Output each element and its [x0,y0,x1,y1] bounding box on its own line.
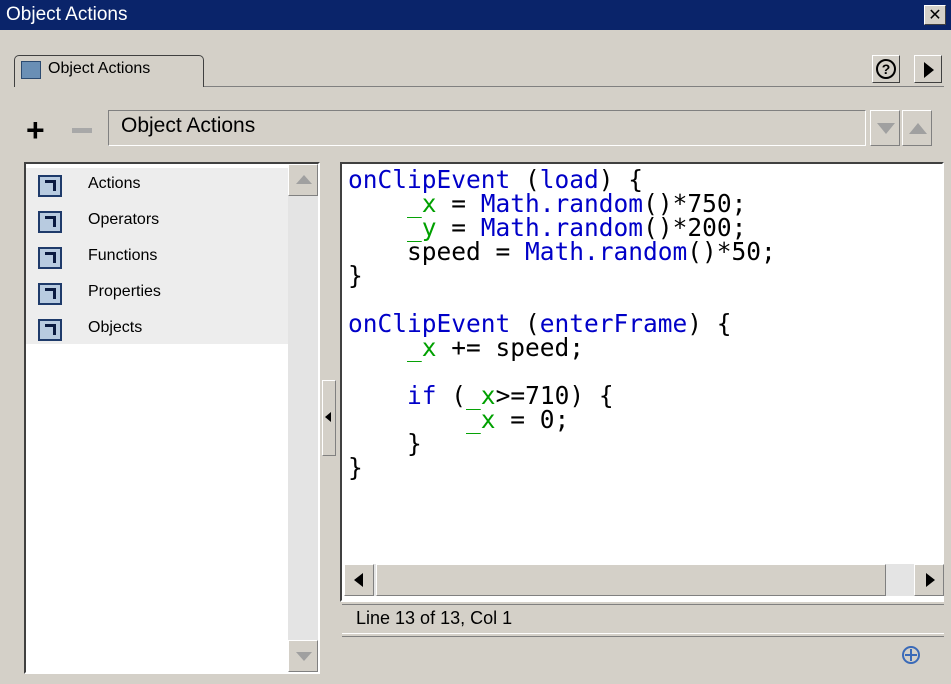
scroll-left-button[interactable] [344,564,374,596]
script-editor[interactable]: onClipEvent (load) { _x = Math.random()*… [340,162,944,602]
arrow-book-icon [21,61,41,79]
window-title: Object Actions [6,4,128,25]
list-scrollbar[interactable] [288,164,318,672]
sidebar-item-objects[interactable]: Objects [26,312,288,348]
scroll-thumb[interactable] [376,564,886,596]
book-icon [38,283,62,305]
action-category-list: Actions Operators Functions Properties O… [24,162,320,674]
sidebar-item-label: Actions [88,175,141,192]
move-up-icon [909,123,927,134]
sidebar-item-label: Functions [88,247,158,264]
pane-splitter[interactable] [322,380,336,456]
sidebar-item-operators[interactable]: Operators [26,204,288,240]
help-button[interactable]: ? [872,55,900,83]
list-empty-area [26,344,288,672]
sidebar-item-properties[interactable]: Properties [26,276,288,312]
code-line: _x += speed; [407,333,585,362]
scroll-left-icon [354,573,363,587]
move-down-button[interactable] [870,110,900,146]
target-icon[interactable] [902,646,920,664]
script-code[interactable]: onClipEvent (load) { _x = Math.random()*… [348,167,776,482]
book-icon [38,175,62,197]
scroll-up-icon [296,175,312,184]
cursor-position-text: Line 13 of 13, Col 1 [356,608,513,628]
move-up-button[interactable] [902,110,932,146]
book-icon [38,211,62,233]
scroll-up-button[interactable] [288,164,318,196]
actions-dropdown[interactable]: Object Actions [108,110,866,146]
sidebar-item-label: Properties [88,283,161,300]
panel-menu-arrow-icon [924,62,934,78]
sidebar-item-label: Operators [88,211,160,228]
title-bar [0,0,951,30]
remove-action-button[interactable] [70,114,96,146]
sidebar-item-label: Objects [88,319,143,336]
move-down-icon [877,123,895,134]
tab-label: Object Actions [48,60,151,77]
minus-icon [72,128,92,133]
sidebar-item-actions[interactable]: Actions [26,168,288,204]
tab-object-actions[interactable]: Object Actions [14,55,204,87]
close-icon[interactable]: ✕ [924,5,946,25]
scroll-down-button[interactable] [288,640,318,672]
book-icon [38,247,62,269]
editor-horizontal-scrollbar[interactable] [344,564,944,596]
book-icon [38,319,62,341]
add-action-button[interactable]: + [26,114,45,146]
panel-menu-button[interactable] [914,55,942,83]
scroll-right-icon [926,573,935,587]
sidebar-item-functions[interactable]: Functions [26,240,288,276]
code-line: } [348,453,363,482]
scroll-right-button[interactable] [914,564,944,596]
help-icon: ? [876,59,896,79]
footer-divider [342,636,944,637]
status-bar: Line 13 of 13, Col 1 [342,604,944,634]
collapse-left-icon [325,412,331,422]
scroll-down-icon [296,652,312,661]
code-line: } [348,261,363,290]
code-line: speed = Math.random()*50; [348,237,776,266]
dropdown-label: Object Actions [121,114,256,137]
